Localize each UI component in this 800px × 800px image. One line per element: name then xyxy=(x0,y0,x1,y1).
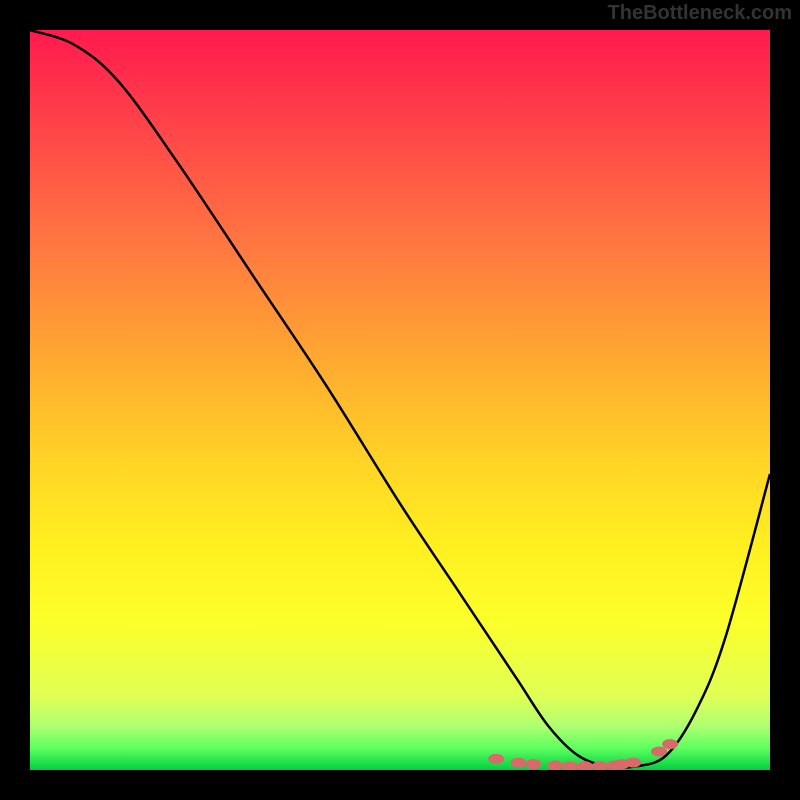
marker-dot xyxy=(488,754,504,764)
marker-dot xyxy=(651,747,667,757)
marker-dot xyxy=(562,761,578,770)
chart-container xyxy=(30,30,770,770)
marker-dot xyxy=(510,758,526,768)
marker-dot xyxy=(547,761,563,770)
chart-svg xyxy=(30,30,770,770)
marker-dot xyxy=(625,758,641,768)
marker-dot xyxy=(525,759,541,769)
bottleneck-curve xyxy=(30,30,770,768)
marker-group xyxy=(488,739,678,770)
marker-dot xyxy=(662,739,678,749)
watermark-text: TheBottleneck.com xyxy=(608,2,792,25)
